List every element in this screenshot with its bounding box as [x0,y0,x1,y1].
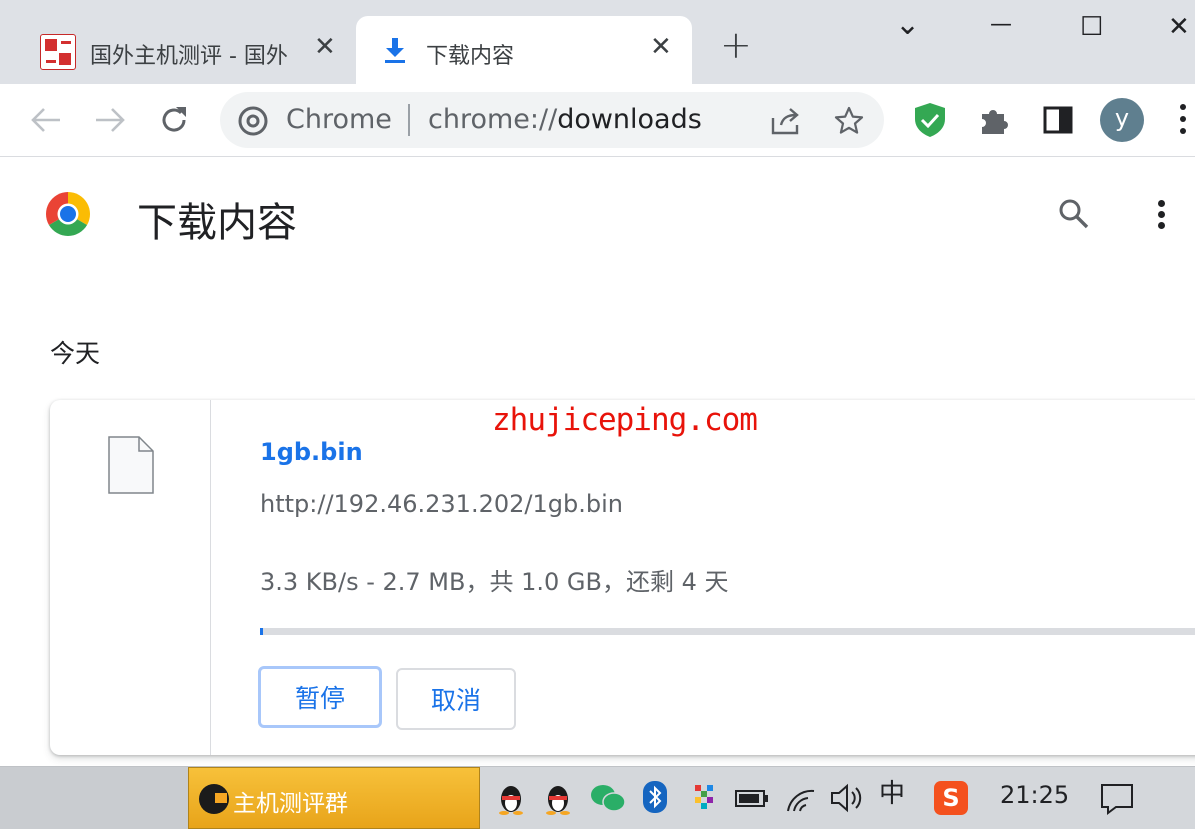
url-scheme: chrome:// [428,104,558,135]
bookmark-star-icon[interactable] [834,106,864,136]
wechat-icon[interactable] [590,783,626,813]
back-icon[interactable] [30,106,62,134]
battery-charging-icon[interactable] [734,787,770,809]
url-text[interactable]: chrome://downloads [428,104,702,135]
group-avatar-icon [199,784,229,814]
pause-label: 暂停 [294,684,345,713]
close-icon[interactable]: ✕ [650,34,672,60]
chrome-logo-icon [46,192,90,236]
profile-avatar[interactable]: y [1100,98,1144,142]
download-icon [385,38,405,63]
url-path: downloads [557,104,702,135]
pause-button[interactable]: 暂停 [258,666,382,728]
date-header: 今天 [50,339,101,368]
search-icon[interactable] [1058,198,1090,230]
omnibox-origin: Chrome [286,104,392,135]
cancel-button[interactable]: 取消 [396,668,516,730]
maximize-button[interactable]: ☐ [1080,14,1103,40]
close-icon[interactable]: ✕ [314,34,336,60]
volume-icon[interactable] [830,783,864,813]
color-grid-app-icon[interactable] [695,785,713,811]
side-panel-icon[interactable] [1043,106,1073,134]
watermark-text: zhujiceping.com [492,402,758,438]
tab-zhujiceping[interactable]: 国外主机测评 - 国外 ✕ [16,16,346,84]
download-url[interactable]: http://192.46.231.202/1gb.bin [260,490,623,518]
notification-icon[interactable] [1100,783,1134,815]
ime-indicator[interactable]: 中 [879,781,905,807]
site-favicon-icon [40,34,76,70]
taskbar-app-chat-group[interactable]: 主机测评群 [188,767,480,829]
progress-fill [260,628,263,635]
address-bar[interactable]: Chrome chrome://downloads [220,92,884,148]
chrome-menu-icon[interactable] [1180,104,1188,136]
download-status: 3.3 KB/s - 2.7 MB，共 1.0 GB，还剩 4 天 [260,568,729,596]
file-name-link[interactable]: 1gb.bin [260,438,363,466]
file-icon [108,436,154,494]
qq-penguin-icon[interactable] [497,781,525,815]
tab-downloads[interactable]: 下载内容 ✕ [356,16,692,84]
reload-icon[interactable] [158,104,190,136]
progress-bar [260,628,1195,635]
omnibox-separator [408,104,410,136]
sogou-ime-icon[interactable]: S [934,781,968,815]
page-title: 下载内容 [137,200,297,246]
chrome-icon [238,106,268,136]
tab-search-button[interactable]: ⌄ [895,10,920,40]
bluetooth-icon[interactable] [643,781,667,813]
window-close-button[interactable]: ✕ [1168,14,1190,40]
extensions-puzzle-icon[interactable] [978,104,1010,136]
toolbar: Chrome chrome://downloads y [0,84,1195,157]
share-icon[interactable] [770,106,802,136]
taskbar-left-area [0,767,188,829]
card-divider [210,400,211,755]
tab-title: 国外主机测评 - 国外 [90,44,288,69]
download-item-card: 1gb.bin http://192.46.231.202/1gb.bin 3.… [50,400,1195,755]
forward-icon[interactable] [94,106,126,134]
downloads-menu-icon[interactable] [1158,200,1166,230]
taskbar: 主机测评群 中 S 21:25 [0,766,1195,829]
qq-penguin-icon[interactable] [544,781,572,815]
shield-extension-icon[interactable] [913,102,947,138]
new-tab-button[interactable]: + [720,26,752,64]
group-label: 主机测评群 [233,791,348,817]
cancel-label: 取消 [430,686,481,715]
minimize-button[interactable]: — [990,14,1012,36]
tab-title: 下载内容 [426,44,515,69]
tab-strip: 国外主机测评 - 国外 ✕ 下载内容 ✕ + ⌄ — ☐ ✕ [0,0,1195,84]
clock[interactable]: 21:25 [1000,783,1069,807]
profile-initial: y [1114,104,1130,132]
wifi-icon[interactable] [786,785,816,813]
